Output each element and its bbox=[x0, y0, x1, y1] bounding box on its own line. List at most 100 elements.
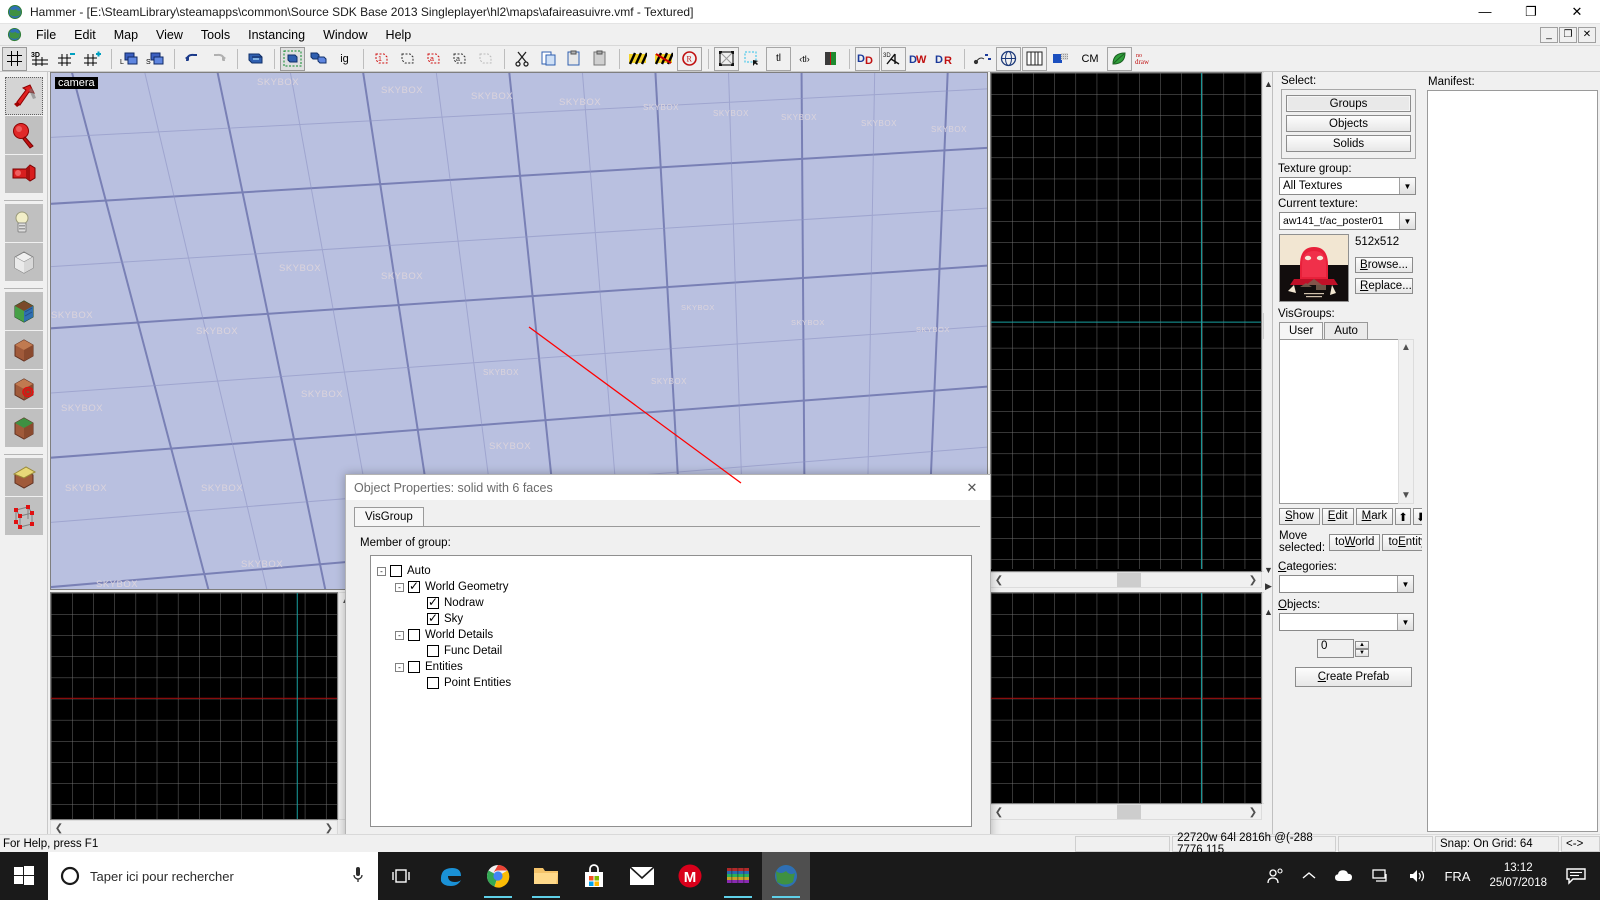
visgroup-tree-node[interactable]: - Entities bbox=[377, 659, 971, 675]
visgroups-list[interactable]: ▲ ▼ bbox=[1279, 339, 1414, 504]
select-groups-button[interactable]: Groups bbox=[1286, 95, 1411, 112]
taskbar-edge-icon[interactable] bbox=[426, 852, 474, 900]
window-minimize-button[interactable]: — bbox=[1462, 0, 1508, 24]
hide-unselected-icon[interactable] bbox=[395, 47, 420, 71]
visgroup-tree-node[interactable]: - World Details bbox=[377, 627, 971, 643]
visgroups-tab-user[interactable]: User bbox=[1279, 322, 1324, 339]
load-pointfile-icon[interactable]: L bbox=[117, 47, 142, 71]
run-map-expert-icon[interactable]: DD bbox=[855, 46, 880, 71]
visgroup-checkbox[interactable] bbox=[427, 595, 439, 609]
camera-tool-button[interactable] bbox=[4, 155, 43, 193]
tree-expander-icon[interactable]: - bbox=[395, 630, 404, 640]
viewport-2d-front[interactable] bbox=[50, 592, 338, 820]
copy-icon[interactable] bbox=[536, 47, 561, 71]
taskbar-mega-icon[interactable]: M bbox=[666, 852, 714, 900]
toggle-selection-box-icon[interactable] bbox=[714, 46, 739, 71]
entity-tool-button[interactable] bbox=[4, 204, 43, 242]
radius-culling-icon[interactable]: R bbox=[677, 46, 702, 71]
menu-instancing[interactable]: Instancing bbox=[239, 26, 314, 44]
magnify-tool-button[interactable] bbox=[4, 116, 43, 154]
onedrive-icon[interactable] bbox=[1325, 869, 1363, 883]
viewport-2d-side[interactable] bbox=[990, 592, 1262, 804]
mdi-close-button[interactable]: ✕ bbox=[1578, 26, 1596, 43]
run-map-icon[interactable]: 3D bbox=[881, 46, 906, 71]
grid-bigger-icon[interactable] bbox=[80, 47, 105, 71]
entity-report-icon[interactable] bbox=[970, 47, 995, 71]
chevron-down-icon[interactable]: ▼ bbox=[1397, 576, 1413, 592]
visgroup-checkbox[interactable] bbox=[408, 629, 420, 641]
browse-texture-button[interactable]: Browse... bbox=[1355, 257, 1413, 273]
visgroup-tree-node[interactable]: Nodraw bbox=[377, 595, 971, 611]
scroll-right-arrow[interactable]: ❯ bbox=[1245, 805, 1261, 820]
toggle-3d-grid-icon[interactable]: 3D bbox=[28, 47, 53, 71]
chevron-down-icon[interactable]: ▼ bbox=[1399, 213, 1415, 229]
visgroup-checkbox[interactable] bbox=[427, 611, 439, 625]
visgroup-checkbox[interactable] bbox=[427, 677, 439, 689]
window-close-button[interactable]: ✕ bbox=[1554, 0, 1600, 24]
menu-tools[interactable]: Tools bbox=[192, 26, 239, 44]
toggle-cordon-icon[interactable] bbox=[625, 47, 650, 71]
people-icon[interactable] bbox=[1257, 867, 1293, 885]
visgroups-list-scrollbar[interactable]: ▲ ▼ bbox=[1398, 339, 1414, 504]
toggle-cm-icon[interactable]: CM bbox=[1074, 47, 1106, 71]
prefab-count-input[interactable]: 0 bbox=[1317, 639, 1354, 658]
apply-texture-tool-button[interactable] bbox=[4, 331, 43, 369]
scroll-up-arrow[interactable]: ▲ bbox=[1398, 340, 1414, 355]
hide-helpers-icon[interactable]: a bbox=[447, 47, 472, 71]
show-hidden-icons-icon[interactable] bbox=[1293, 871, 1325, 881]
menu-window[interactable]: Window bbox=[314, 26, 376, 44]
create-prefab-button[interactable]: Create Prefab bbox=[1295, 667, 1412, 687]
carve-icon[interactable] bbox=[243, 47, 268, 71]
network-icon[interactable] bbox=[1363, 868, 1399, 884]
toggle-models-icon[interactable] bbox=[818, 47, 843, 71]
scroll-left-arrow[interactable]: ❮ bbox=[991, 805, 1007, 820]
taskbar-mail-icon[interactable] bbox=[618, 852, 666, 900]
mdi-restore-button[interactable]: ❐ bbox=[1559, 26, 1577, 43]
objects-combo[interactable]: ▼ bbox=[1279, 613, 1414, 631]
texture-application-tool-button[interactable] bbox=[4, 292, 43, 330]
current-texture-combo[interactable]: aw141_t/ac_poster01 ▼ bbox=[1279, 212, 1416, 230]
menu-view[interactable]: View bbox=[147, 26, 192, 44]
redo-icon[interactable] bbox=[206, 47, 231, 71]
undo-icon[interactable] bbox=[180, 47, 205, 71]
search-input[interactable]: Taper ici pour rechercher bbox=[48, 852, 378, 900]
tree-expander-icon[interactable]: - bbox=[395, 662, 404, 672]
menu-map[interactable]: Map bbox=[105, 26, 147, 44]
visgroup-checkbox[interactable] bbox=[427, 645, 439, 657]
visgroup-tree[interactable]: -Auto-World GeometryNodrawSky-World Deta… bbox=[370, 555, 972, 827]
action-center-icon[interactable] bbox=[1557, 867, 1600, 885]
window-restore-button[interactable]: ❐ bbox=[1508, 0, 1554, 24]
visgroup-tree-node[interactable]: Sky bbox=[377, 611, 971, 627]
prefab-count-up-button[interactable]: ▲ bbox=[1355, 640, 1369, 649]
clock[interactable]: 13:12 25/07/2018 bbox=[1479, 861, 1557, 891]
visgroup-show-button[interactable]: Show bbox=[1279, 508, 1320, 525]
texture-lock-icon[interactable]: tl bbox=[766, 46, 791, 71]
scroll-thumb[interactable] bbox=[1117, 805, 1141, 819]
visgroup-tree-node[interactable]: Point Entities bbox=[377, 675, 971, 691]
run-map-vrad-icon[interactable]: DR bbox=[933, 47, 958, 71]
texture-preview[interactable] bbox=[1279, 234, 1349, 302]
toggle-helpers-icon[interactable] bbox=[740, 47, 765, 71]
toggle-detail-sprites-icon[interactable] bbox=[1107, 46, 1132, 71]
overlay-tool-button[interactable] bbox=[4, 409, 43, 447]
visgroup-edit-button[interactable]: Edit bbox=[1321, 508, 1354, 525]
selection-tool-button[interactable] bbox=[4, 77, 43, 115]
visgroup-checkbox[interactable] bbox=[408, 661, 420, 673]
visgroup-mark-button[interactable]: Mark bbox=[1355, 508, 1394, 525]
cut-icon[interactable] bbox=[510, 47, 535, 71]
select-solids-button[interactable]: Solids bbox=[1286, 135, 1411, 152]
ignore-groups-icon[interactable]: ig bbox=[332, 47, 357, 71]
move-to-world-button[interactable]: toWorld bbox=[1329, 533, 1381, 551]
taskbar-chrome-icon[interactable] bbox=[474, 852, 522, 900]
viewport-2d-side-hscrollbar[interactable]: ❮ ❯ bbox=[990, 804, 1262, 820]
ungroup-icon[interactable] bbox=[306, 47, 331, 71]
texture-group-combo[interactable]: All Textures ▼ bbox=[1279, 177, 1416, 195]
viewport-2d-top-hscrollbar[interactable]: ❮ ❯ bbox=[990, 572, 1262, 588]
menu-edit[interactable]: Edit bbox=[65, 26, 105, 44]
scroll-down-arrow[interactable]: ▼ bbox=[1398, 488, 1414, 503]
block-tool-button[interactable] bbox=[4, 243, 43, 281]
taskbar-store-icon[interactable] bbox=[570, 852, 618, 900]
scroll-thumb[interactable] bbox=[1117, 573, 1141, 587]
texture-application-toolbar-icon[interactable] bbox=[1022, 46, 1047, 71]
task-view-button[interactable] bbox=[378, 852, 426, 900]
